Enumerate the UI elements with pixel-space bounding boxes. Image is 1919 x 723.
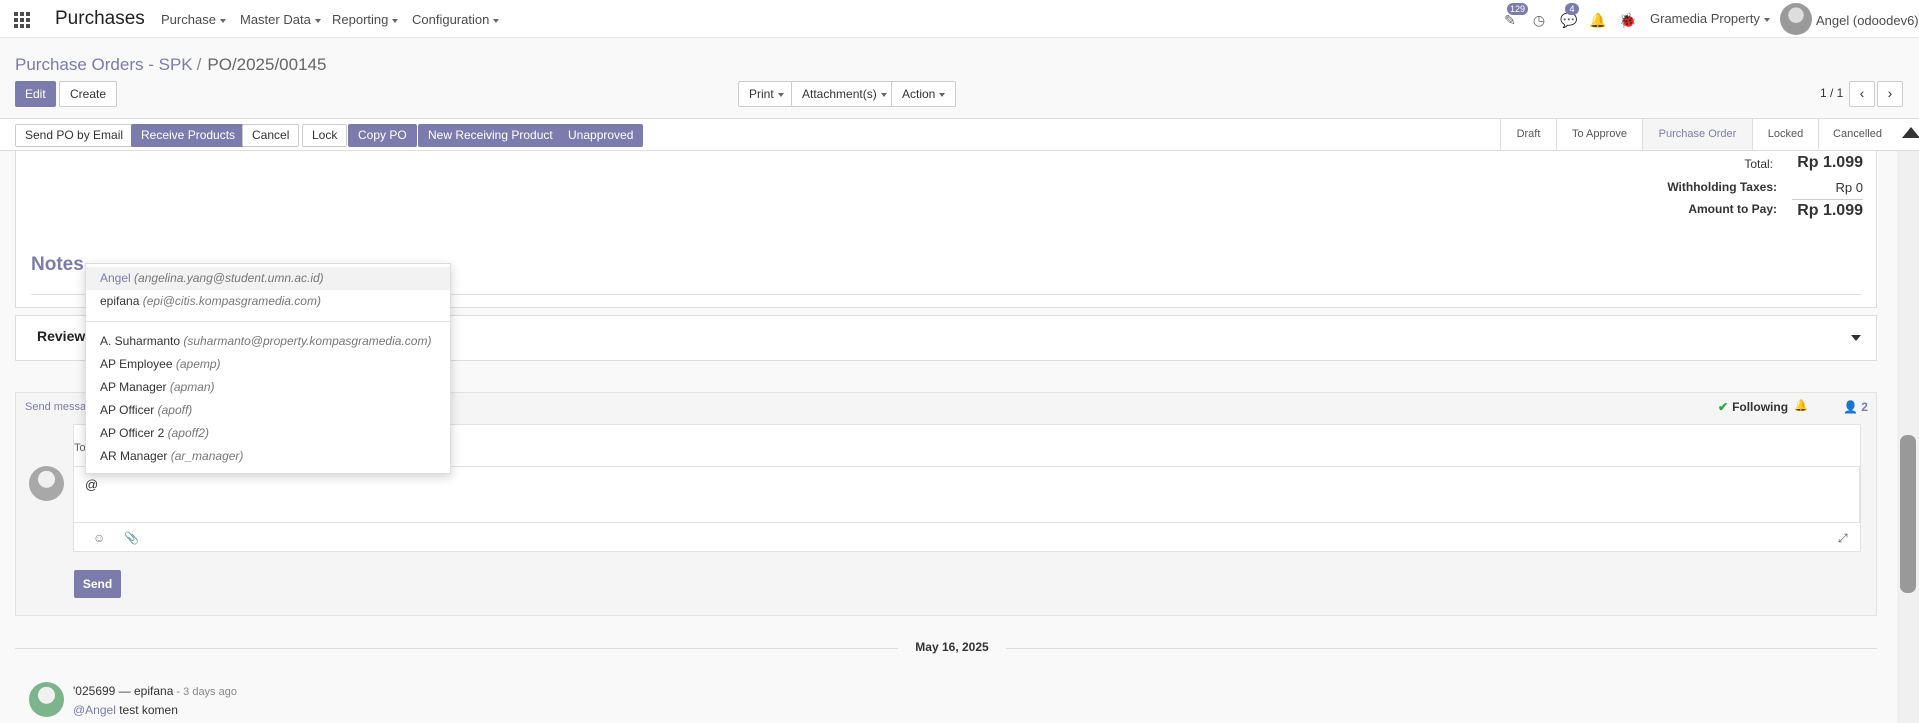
message-textarea[interactable]: @ bbox=[73, 466, 1860, 523]
create-button[interactable]: Create bbox=[59, 81, 118, 107]
mention-suggestion[interactable]: AP Manager (apman) bbox=[86, 376, 450, 399]
total-value: Rp 1.099 bbox=[1797, 154, 1863, 171]
copy-po-button[interactable]: Copy PO bbox=[348, 124, 417, 147]
pager-next-icon[interactable]: › bbox=[1877, 81, 1903, 107]
menu-configuration[interactable]: Configuration bbox=[412, 12, 500, 27]
unapproved-button[interactable]: Unapproved bbox=[558, 124, 644, 147]
user-menu[interactable]: Angel (odoodev6) bbox=[1816, 13, 1919, 28]
activity-edit-icon[interactable]: ✎ 129 bbox=[1502, 3, 1529, 28]
print-button[interactable]: Print bbox=[738, 81, 795, 107]
stage-purchase-order[interactable]: Purchase Order bbox=[1642, 119, 1752, 150]
user-avatar[interactable] bbox=[1780, 3, 1812, 35]
scroll-up-icon[interactable] bbox=[1902, 127, 1919, 138]
attachments-button[interactable]: Attachment(s) bbox=[791, 81, 898, 107]
review-title: Review bbox=[37, 328, 86, 344]
to-label: To bbox=[74, 442, 86, 454]
statusbar: Send PO by Email Receive Products Cancel… bbox=[0, 118, 1919, 151]
stage-draft[interactable]: Draft bbox=[1500, 119, 1556, 150]
check-icon: ✔ bbox=[1718, 400, 1729, 414]
activity-badge: 129 bbox=[1507, 3, 1529, 15]
notes-title: Notes bbox=[31, 254, 84, 275]
message-avatar[interactable] bbox=[29, 682, 64, 717]
bell-icon[interactable]: 🔔 bbox=[1589, 12, 1606, 28]
menu-reporting[interactable]: Reporting bbox=[332, 12, 399, 27]
lock-button[interactable]: Lock bbox=[302, 124, 348, 147]
mention-suggestion[interactable]: Angel (angelina.yang@student.umn.ac.id) bbox=[86, 267, 450, 290]
scrollbar-thumb[interactable] bbox=[1900, 435, 1916, 593]
expand-icon[interactable]: ⤢ bbox=[1838, 531, 1848, 546]
message-mention[interactable]: @Angel bbox=[73, 703, 116, 717]
mention-suggestion[interactable]: AR Manager (ar_manager) bbox=[86, 445, 450, 468]
emoji-icon[interactable]: ☺ bbox=[93, 531, 105, 545]
apps-grid-icon[interactable] bbox=[14, 12, 30, 28]
mention-suggestions-dropdown: Angel (angelina.yang@student.umn.ac.id) … bbox=[85, 263, 451, 474]
paperclip-icon[interactable]: 📎 bbox=[124, 531, 139, 545]
amount-to-pay-label: Amount to Pay: bbox=[1688, 202, 1777, 216]
company-switcher[interactable]: Gramedia Property bbox=[1650, 11, 1770, 26]
stage-to-approve[interactable]: To Approve bbox=[1556, 119, 1642, 150]
mention-suggestion[interactable]: AP Employee (apemp) bbox=[86, 353, 450, 376]
new-receiving-product-button[interactable]: New Receiving Product bbox=[418, 124, 563, 147]
stage-locked[interactable]: Locked bbox=[1752, 119, 1818, 150]
breadcrumb-separator: / bbox=[196, 55, 202, 74]
composer-avatar bbox=[29, 466, 64, 501]
mention-suggestion[interactable]: A. Suharmanto (suharmanto@property.kompa… bbox=[86, 330, 450, 353]
pager-prev-icon[interactable]: ‹ bbox=[1849, 81, 1875, 107]
receive-products-button[interactable]: Receive Products bbox=[131, 124, 246, 147]
message-body: @Angel test komen bbox=[73, 703, 178, 717]
message-timestamp: - 3 days ago bbox=[173, 686, 237, 698]
message-author[interactable]: '025699 — epifana bbox=[73, 684, 173, 698]
edit-button[interactable]: Edit bbox=[15, 81, 56, 107]
total-label: Total: bbox=[1744, 157, 1773, 171]
top-navbar: Purchases Purchase Master Data Reporting… bbox=[0, 0, 1919, 38]
chat-bubbles-icon[interactable]: 💬 4 bbox=[1560, 3, 1579, 28]
breadcrumb: Purchase Orders - SPK / PO/2025/00145 bbox=[15, 55, 326, 75]
send-button[interactable]: Send bbox=[74, 570, 121, 598]
totals-divider bbox=[1792, 199, 1863, 200]
withholding-taxes-label: Withholding Taxes: bbox=[1667, 180, 1777, 194]
bug-icon[interactable]: 🐞 bbox=[1619, 12, 1636, 28]
messages-badge: 4 bbox=[1565, 3, 1579, 15]
dropdown-divider bbox=[86, 321, 450, 322]
clock-icon[interactable]: ◷ bbox=[1531, 12, 1547, 28]
menu-master-data[interactable]: Master Data bbox=[240, 12, 321, 27]
following-button[interactable]: ✔ Following bbox=[1718, 400, 1788, 414]
amount-to-pay-value: Rp 1.099 bbox=[1797, 202, 1863, 219]
cancel-button[interactable]: Cancel bbox=[242, 124, 300, 147]
send-message-tab[interactable]: Send messa bbox=[25, 401, 86, 413]
app-title[interactable]: Purchases bbox=[55, 8, 145, 30]
mention-suggestion[interactable]: AP Officer (apoff) bbox=[86, 399, 450, 422]
date-separator: May 16, 2025 bbox=[898, 640, 1006, 654]
withholding-taxes-value: Rp 0 bbox=[1835, 180, 1863, 195]
mention-suggestion[interactable]: AP Officer 2 (apoff2) bbox=[86, 422, 450, 445]
chevron-down-icon[interactable] bbox=[1851, 335, 1861, 341]
message-header: '025699 — epifana - 3 days ago bbox=[73, 684, 237, 698]
followers-button[interactable]: 👤 2 bbox=[1843, 400, 1868, 414]
send-po-email-button[interactable]: Send PO by Email bbox=[15, 124, 134, 147]
stage-cancelled[interactable]: Cancelled bbox=[1818, 119, 1896, 150]
menu-purchase[interactable]: Purchase bbox=[161, 12, 226, 27]
notification-settings-icon[interactable]: 🔔 bbox=[1794, 399, 1808, 412]
breadcrumb-current: PO/2025/00145 bbox=[207, 55, 327, 74]
user-icon: 👤 bbox=[1843, 400, 1858, 414]
breadcrumb-parent[interactable]: Purchase Orders - SPK bbox=[15, 55, 193, 74]
mention-suggestion[interactable]: epifana (epi@citis.kompasgramedia.com) bbox=[86, 290, 450, 313]
pager-value[interactable]: 1 / 1 bbox=[1820, 86, 1843, 100]
action-button[interactable]: Action bbox=[891, 81, 957, 107]
